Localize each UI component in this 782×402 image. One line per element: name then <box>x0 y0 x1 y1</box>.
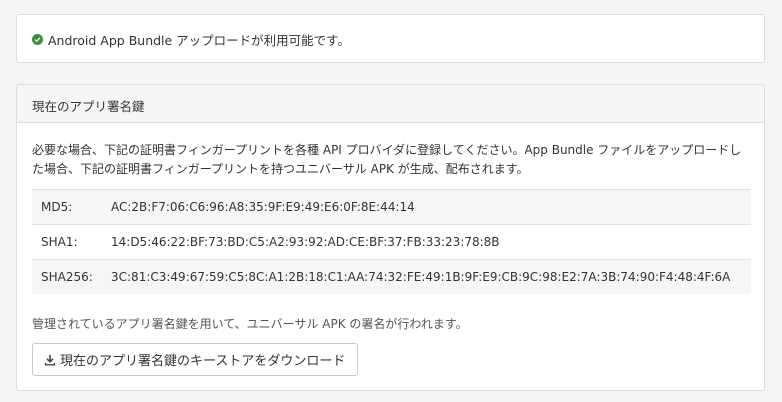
bundle-upload-notice: Android App Bundle アップロードが利用可能です。 <box>16 14 765 63</box>
notice-text: Android App Bundle アップロードが利用可能です。 <box>48 33 350 48</box>
table-row: MD5: AC:2B:F7:06:C6:96:A8:35:9F:E9:49:E6… <box>32 189 751 225</box>
description-text: 必要な場合、下記の証明書フィンガープリントを各種 API プロバイダに登録してく… <box>32 143 742 176</box>
fingerprint-value-sha256: 3C:81:C3:49:67:59:C5:8C:A1:2B:18:C1:AA:7… <box>111 259 751 294</box>
fingerprint-value-md5: AC:2B:F7:06:C6:96:A8:35:9F:E9:49:E6:0F:8… <box>111 189 751 225</box>
managed-key-note: 管理されているアプリ署名鍵を用いて、ユニバーサル APK の署名が行われます。 <box>32 317 468 331</box>
check-circle-icon <box>32 34 43 45</box>
panel-header: 現在のアプリ署名鍵 <box>17 85 764 123</box>
fingerprint-label-md5: MD5: <box>32 189 111 225</box>
notice-row: Android App Bundle アップロードが利用可能です。 <box>32 30 350 49</box>
download-button-label: 現在のアプリ署名鍵のキーストアをダウンロード <box>60 354 346 369</box>
download-keystore-button[interactable]: 現在のアプリ署名鍵のキーストアをダウンロード <box>32 343 359 376</box>
fingerprint-table: MD5: AC:2B:F7:06:C6:96:A8:35:9F:E9:49:E6… <box>32 189 751 294</box>
download-icon <box>44 354 56 366</box>
fingerprint-value-sha1: 14:D5:46:22:BF:73:BD:C5:A2:93:92:AD:CE:B… <box>111 224 751 260</box>
signing-key-panel: 現在のアプリ署名鍵 必要な場合、下記の証明書フィンガープリントを各種 API プ… <box>16 84 765 391</box>
table-row: SHA1: 14:D5:46:22:BF:73:BD:C5:A2:93:92:A… <box>32 224 751 260</box>
table-row: SHA256: 3C:81:C3:49:67:59:C5:8C:A1:2B:18… <box>32 259 751 294</box>
fingerprint-label-sha1: SHA1: <box>32 224 111 260</box>
fingerprint-label-sha256: SHA256: <box>32 259 111 294</box>
panel-title: 現在のアプリ署名鍵 <box>32 99 145 114</box>
